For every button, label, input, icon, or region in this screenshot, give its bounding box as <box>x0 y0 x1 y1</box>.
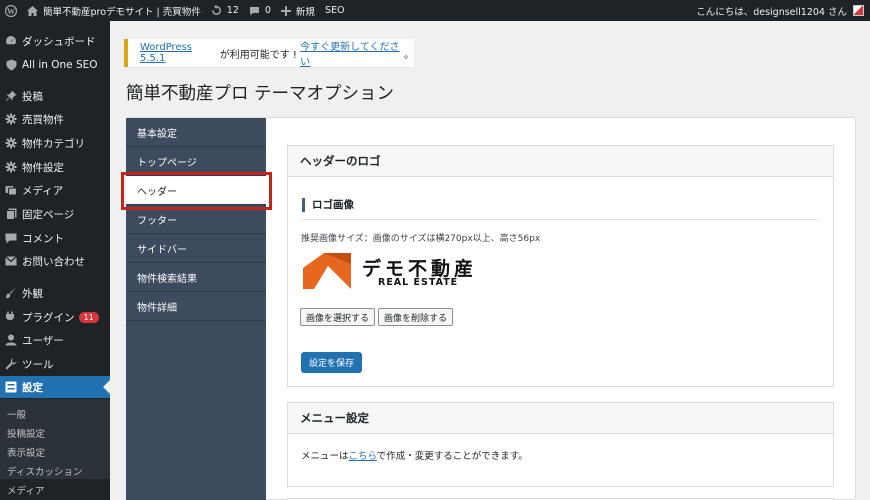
logo-preview: デモ不動産 REAL ESTATE <box>302 252 482 290</box>
sidebar-item-appearance[interactable]: 外観 <box>0 282 110 304</box>
sidebar-item-label: プラグイン <box>22 311 75 324</box>
sidebar-item-contact[interactable]: お問い合わせ <box>0 250 110 272</box>
plugin-update-badge: 11 <box>78 311 99 323</box>
delete-image-button[interactable]: 画像を削除する <box>378 308 453 326</box>
pin-icon <box>0 90 22 102</box>
tab-property-detail[interactable]: 物件詳細 <box>126 292 266 321</box>
update-now-link[interactable]: 今すぐ更新してください <box>300 38 404 68</box>
menu-settings-box: メニュー設定 <box>287 402 834 487</box>
sidebar-item-property-category[interactable]: 物件カテゴリ <box>0 132 110 154</box>
menu-text-after: で作成・変更することができます。 <box>376 451 528 462</box>
box-title: ヘッダーのロゴ <box>288 146 833 177</box>
submenu-item-reading[interactable]: 表示設定 <box>7 445 45 459</box>
notice-text: が利用可能です ! <box>216 49 301 61</box>
logo-text-en: REAL ESTATE <box>378 277 459 288</box>
avatar <box>853 5 864 16</box>
greeting: こんにちは、designsell1204 さん <box>696 6 847 18</box>
sidebar-item-label: 物件カテゴリ <box>22 137 85 150</box>
version-link[interactable]: WordPress 5.5.1 <box>140 42 217 64</box>
comment-icon <box>0 233 22 244</box>
new-content-link[interactable]: 新規 <box>276 0 320 21</box>
tab-sidebar[interactable]: サイドバー <box>126 234 266 263</box>
sidebar-item-media[interactable]: メディア <box>0 179 110 201</box>
logo-size-hint: 推奨画像サイズ：画像のサイズは横270px以上、高さ56px <box>301 234 541 244</box>
menu-settings-text: メニューはこちらで作成・変更することができます。 <box>301 448 528 462</box>
save-settings-button[interactable]: 設定を保存 <box>301 352 362 373</box>
svg-text:W: W <box>7 7 15 16</box>
sidebar-item-comments[interactable]: コメント <box>0 227 110 249</box>
sidebar-item-dashboard[interactable]: ダッシュボード <box>0 30 110 52</box>
site-name: 簡単不動産proデモサイト | 売買物件 <box>43 6 201 18</box>
sidebar-item-label: 固定ページ <box>22 208 75 221</box>
submenu-item-media[interactable]: メディア <box>7 483 44 497</box>
home-icon <box>27 5 38 16</box>
tab-highlight-frame <box>121 172 272 210</box>
menu-link[interactable]: こちら <box>349 451 377 462</box>
sidebar-item-label: 投稿 <box>22 90 43 103</box>
sidebar-item-label: ユーザー <box>22 334 64 347</box>
sidebar-item-settings[interactable]: 設定 <box>0 376 110 398</box>
wp-logo-icon[interactable]: W <box>0 0 22 21</box>
settings-submenu: 一般 投稿設定 表示設定 ディスカッション メディア <box>0 399 110 497</box>
mail-icon <box>0 256 22 266</box>
dashboard-icon <box>0 35 22 47</box>
gear-icon <box>0 113 22 125</box>
sidebar-item-label: ツール <box>22 358 54 371</box>
updates-link[interactable]: 12 <box>206 0 244 21</box>
logo-mark-icon <box>303 253 351 289</box>
page-title: 簡単不動産プロ テーマオプション <box>126 84 395 104</box>
submenu-item-general[interactable]: 一般 <box>7 407 26 421</box>
gear-icon <box>0 161 22 173</box>
sidebar-item-label: メディア <box>22 184 64 197</box>
sidebar-item-property-settings[interactable]: 物件設定 <box>0 156 110 178</box>
sidebar-item-label: 設定 <box>22 381 43 394</box>
box-title: メニュー設定 <box>288 403 833 434</box>
sidebar-item-pages[interactable]: 固定ページ <box>0 203 110 225</box>
updates-count: 12 <box>226 5 239 16</box>
sidebar-item-users[interactable]: ユーザー <box>0 329 110 351</box>
gear-icon <box>0 137 22 149</box>
plus-icon <box>280 5 291 16</box>
shield-icon <box>0 59 22 71</box>
page-icon <box>0 208 22 220</box>
new-label: 新規 <box>295 6 315 18</box>
admin-bar: W 簡単不動産proデモサイト | 売買物件 12 0 新規 SEO こんにちは… <box>0 0 870 21</box>
sidebar-item-posts[interactable]: 投稿 <box>0 85 110 107</box>
sidebar-item-aioseo[interactable]: All in One SEO <box>0 54 110 76</box>
site-name-link[interactable]: 簡単不動産proデモサイト | 売買物件 <box>22 0 206 21</box>
comments-link[interactable]: 0 <box>244 0 276 21</box>
comments-count: 0 <box>264 5 271 16</box>
sidebar-item-label: ダッシュボード <box>22 35 96 48</box>
sidebar-item-label: コメント <box>22 232 64 245</box>
sidebar-item-label: 売買物件 <box>22 113 64 126</box>
submenu-item-discussion[interactable]: ディスカッション <box>7 464 82 478</box>
account-menu[interactable]: こんにちは、designsell1204 さん <box>696 4 870 18</box>
sidebar-item-label: お問い合わせ <box>22 255 85 268</box>
seo-link[interactable]: SEO <box>320 0 350 21</box>
select-image-button[interactable]: 画像を選択する <box>300 308 375 326</box>
section-divider <box>301 219 819 220</box>
tab-search-results[interactable]: 物件検索結果 <box>126 263 266 292</box>
section-title: ロゴ画像 <box>302 198 354 212</box>
sidebar-item-label: 外観 <box>22 287 43 300</box>
updates-icon <box>211 5 221 15</box>
tab-basic-settings[interactable]: 基本設定 <box>126 118 266 147</box>
sidebar-item-label: 物件設定 <box>22 161 64 174</box>
menu-text-before: メニューは <box>301 451 349 462</box>
seo-label: SEO <box>324 5 345 16</box>
update-notice: WordPress 5.5.1 が利用可能です ! 今すぐ更新してください 。 <box>124 38 414 68</box>
sidebar-item-label: All in One SEO <box>22 59 98 71</box>
notice-end: 。 <box>404 49 414 61</box>
comment-icon <box>249 6 259 15</box>
submenu-item-writing[interactable]: 投稿設定 <box>7 426 45 440</box>
plugin-icon <box>0 311 22 323</box>
brush-icon <box>0 287 22 299</box>
settings-icon <box>0 381 22 393</box>
media-icon <box>0 184 22 196</box>
user-icon <box>0 334 22 346</box>
sidebar-item-properties[interactable]: 売買物件 <box>0 108 110 130</box>
sidebar-item-plugins[interactable]: プラグイン 11 <box>0 306 110 328</box>
sidebar-item-tools[interactable]: ツール <box>0 353 110 375</box>
wrench-icon <box>0 358 22 370</box>
